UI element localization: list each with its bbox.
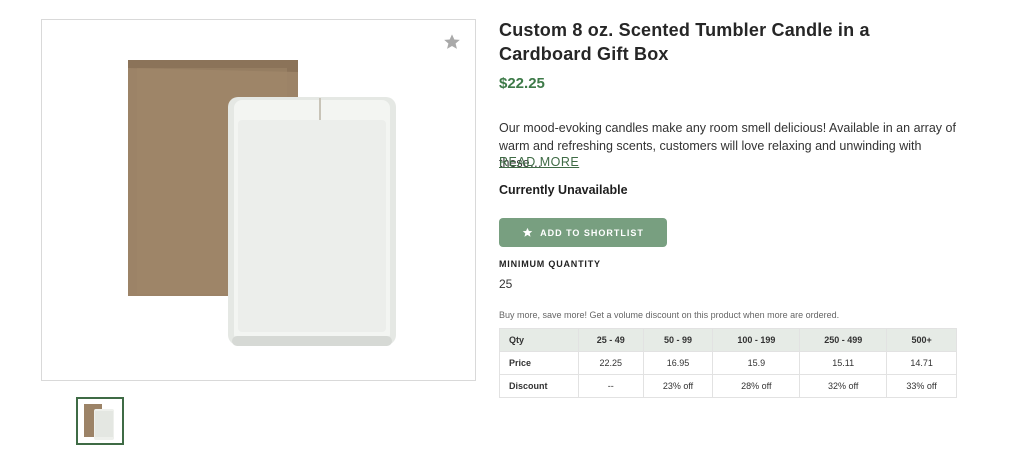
volume-discount-note: Buy more, save more! Get a volume discou… [499,310,840,320]
discount-cell: 23% off [642,374,714,398]
header-cell-tier: 50 - 99 [642,328,714,352]
product-price: $22.25 [499,75,545,92]
star-icon [522,227,533,237]
availability-status: Currently Unavailable [499,183,628,197]
discount-cell: -- [578,374,644,398]
favorite-star-icon[interactable] [443,33,461,51]
price-cell: 14.71 [886,351,957,375]
minimum-quantity-value: 25 [499,277,513,291]
header-cell-qty: Qty [499,328,579,352]
product-thumbnail[interactable] [76,397,124,445]
discount-row: Discount -- 23% off 28% off 32% off 33% … [499,374,957,398]
price-cell: 15.9 [712,351,801,375]
price-cell: 15.11 [799,351,888,375]
product-image [128,60,396,346]
header-cell-tier: 250 - 499 [799,328,888,352]
product-image-frame [41,19,476,381]
read-more-link[interactable]: READ MORE [499,155,579,169]
price-row: Price 22.25 16.95 15.9 15.11 14.71 [499,351,957,375]
header-cell-tier: 25 - 49 [578,328,644,352]
pricing-table: Qty 25 - 49 50 - 99 100 - 199 250 - 499 … [499,328,957,398]
row-label: Discount [499,374,579,398]
price-cell: 22.25 [578,351,644,375]
pricing-header-row: Qty 25 - 49 50 - 99 100 - 199 250 - 499 … [499,328,957,352]
row-label: Price [499,351,579,375]
add-to-shortlist-button[interactable]: ADD TO SHORTLIST [499,218,667,247]
discount-cell: 32% off [799,374,888,398]
header-cell-tier: 100 - 199 [712,328,801,352]
thumbnail-image [84,404,114,440]
discount-cell: 28% off [712,374,801,398]
minimum-quantity-label: MINIMUM QUANTITY [499,259,601,269]
discount-cell: 33% off [886,374,957,398]
price-cell: 16.95 [642,351,714,375]
add-to-shortlist-label: ADD TO SHORTLIST [540,227,644,238]
product-title: Custom 8 oz. Scented Tumbler Candle in a… [499,20,870,64]
header-cell-tier: 500+ [886,328,957,352]
